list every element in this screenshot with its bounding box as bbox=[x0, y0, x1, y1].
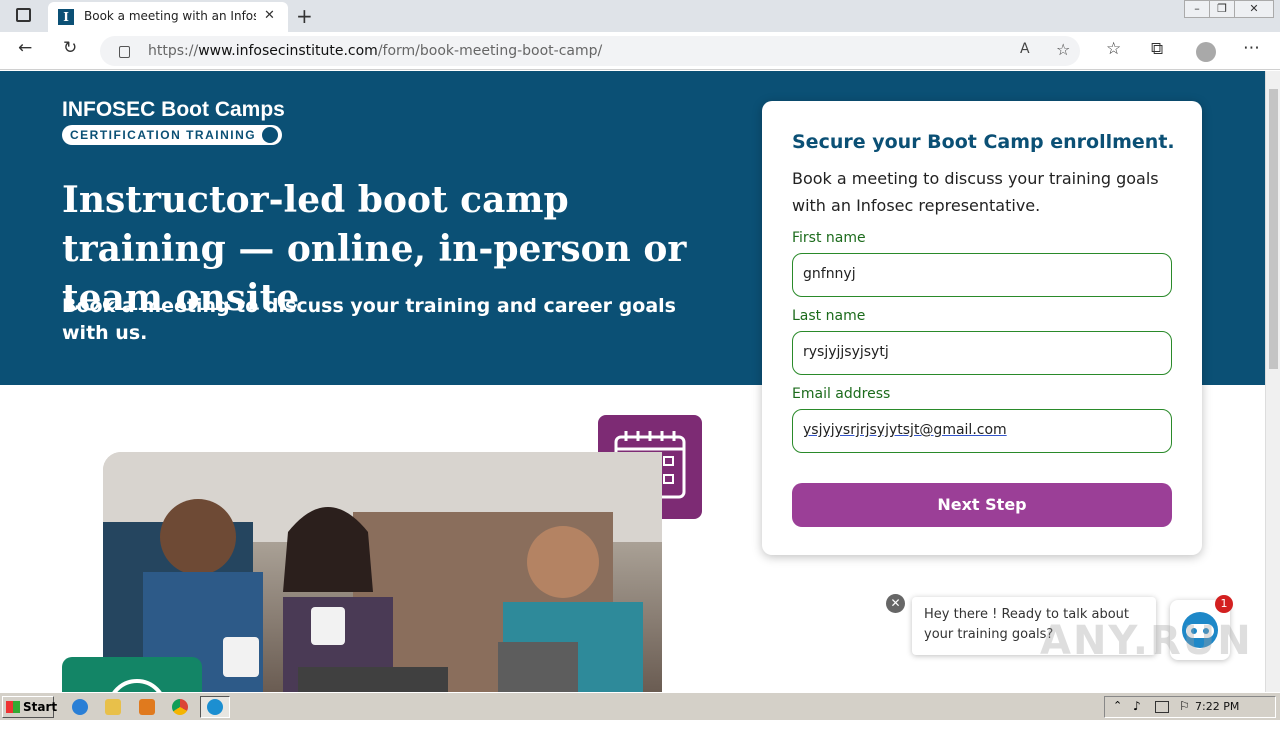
edge-icon bbox=[207, 699, 223, 715]
minimize-button[interactable]: – bbox=[1184, 0, 1210, 18]
chat-close-icon[interactable]: ✕ bbox=[886, 594, 905, 613]
file-explorer-icon[interactable] bbox=[105, 699, 121, 715]
internet-explorer-icon[interactable] bbox=[72, 699, 88, 715]
anyrun-watermark: ANY.RUN bbox=[1040, 618, 1253, 664]
infosec-logo[interactable]: INFOSEC Boot Camps bbox=[62, 98, 285, 122]
system-clock[interactable]: 7:22 PM bbox=[1195, 700, 1239, 713]
windows-logo-icon bbox=[6, 701, 20, 713]
more-menu-icon[interactable]: ⋯ bbox=[1243, 38, 1260, 58]
page-subheading: Book a meeting to discuss your training … bbox=[62, 295, 676, 344]
tab-actions-icon[interactable] bbox=[16, 8, 31, 22]
start-button[interactable]: Start bbox=[2, 696, 58, 718]
media-player-icon[interactable] bbox=[139, 699, 155, 715]
url-text: https://www.infosecinstitute.com/form/bo… bbox=[148, 43, 603, 59]
last-name-field[interactable]: rysjyjjsyjsytj bbox=[792, 331, 1172, 375]
lock-icon[interactable] bbox=[119, 46, 130, 58]
email-field[interactable]: ysjyjysrjrjsyjytsjt@gmail.com bbox=[792, 409, 1172, 453]
tray-expand-icon[interactable]: ⌃ bbox=[1113, 699, 1122, 712]
address-bar[interactable]: https://www.infosecinstitute.com/form/bo… bbox=[100, 36, 1080, 66]
start-label: Start bbox=[23, 700, 58, 714]
photo-illustration bbox=[103, 452, 662, 692]
form-title: Secure your Boot Camp enrollment. bbox=[792, 131, 1175, 153]
chrome-icon[interactable] bbox=[172, 699, 188, 715]
form-description: Book a meeting to discuss your training … bbox=[792, 169, 1159, 215]
scrollbar[interactable] bbox=[1265, 71, 1280, 692]
edge-taskbar-button[interactable] bbox=[200, 696, 230, 718]
system-tray: ⌃ ♪ ⚐ bbox=[1104, 696, 1276, 718]
browser-tab-bar: I Book a meeting with an Infosec b ✕ + –… bbox=[0, 0, 1280, 32]
enrollment-form-card: Secure your Boot Camp enrollment. Book a… bbox=[762, 101, 1202, 555]
tab-close-icon[interactable]: ✕ bbox=[264, 8, 275, 23]
badge-icon bbox=[262, 127, 279, 143]
tab-title: Book a meeting with an Infosec b bbox=[84, 9, 256, 23]
collections-icon[interactable]: ⧉ bbox=[1151, 39, 1163, 59]
first-name-field[interactable]: gnfnnyj bbox=[792, 253, 1172, 297]
browser-tab-active[interactable]: I Book a meeting with an Infosec b ✕ bbox=[48, 2, 288, 32]
volume-icon[interactable]: ♪ bbox=[1133, 699, 1141, 713]
logo-tagline: CERTIFICATION TRAINING bbox=[70, 128, 257, 142]
new-tab-icon[interactable]: + bbox=[296, 4, 313, 28]
favorites-icon[interactable]: ☆ bbox=[1106, 39, 1121, 59]
refresh-icon[interactable]: ↻ bbox=[63, 38, 77, 58]
last-name-label: Last name bbox=[792, 308, 866, 324]
scrollbar-thumb[interactable] bbox=[1269, 89, 1278, 369]
network-icon[interactable] bbox=[1155, 701, 1169, 713]
first-name-label: First name bbox=[792, 230, 866, 246]
green-feature-tile bbox=[62, 657, 202, 739]
email-label: Email address bbox=[792, 386, 891, 402]
notification-badge: 1 bbox=[1215, 595, 1233, 613]
team-meeting-photo bbox=[103, 452, 662, 692]
profile-avatar[interactable] bbox=[1196, 42, 1216, 62]
windows-taskbar: Start ⌃ ♪ ⚐ 7:22 PM bbox=[0, 692, 1280, 720]
read-aloud-icon[interactable]: A bbox=[1020, 41, 1030, 57]
certification-training-logo: CERTIFICATION TRAINING bbox=[62, 125, 283, 145]
back-arrow-icon[interactable]: ← bbox=[18, 38, 32, 58]
flag-icon[interactable]: ⚐ bbox=[1179, 699, 1190, 713]
next-step-button[interactable]: Next Step bbox=[792, 483, 1172, 527]
add-favorite-icon[interactable]: ☆ bbox=[1056, 40, 1070, 59]
restore-button[interactable]: ❐ bbox=[1209, 0, 1235, 18]
infosec-favicon-icon: I bbox=[58, 9, 74, 25]
close-window-button[interactable]: ✕ bbox=[1234, 0, 1274, 18]
browser-toolbar: ← ↻ https://www.infosecinstitute.com/for… bbox=[0, 32, 1280, 70]
